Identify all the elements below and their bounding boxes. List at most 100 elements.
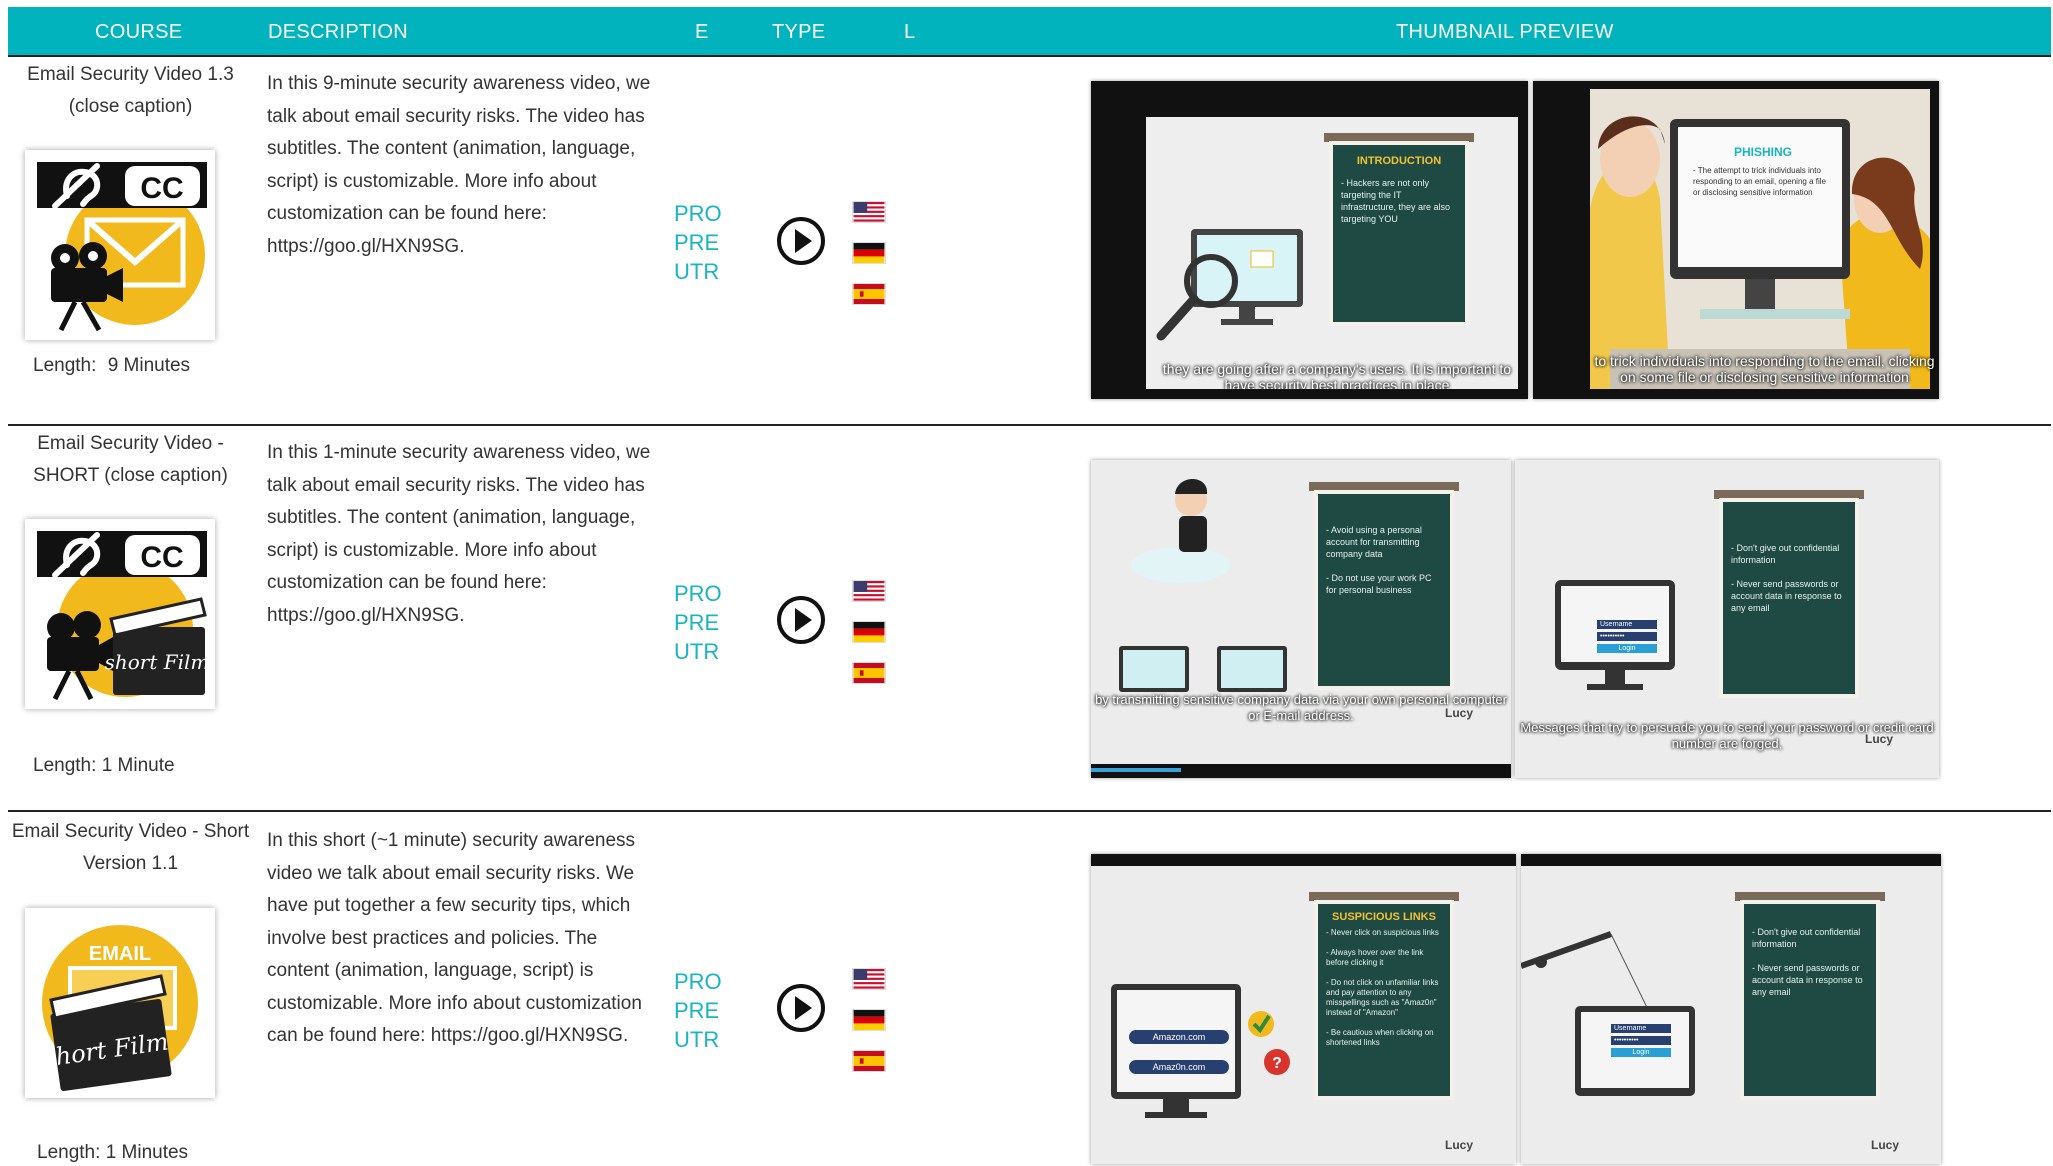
progress-bar[interactable] (1091, 768, 1181, 772)
flag-us-icon[interactable] (852, 201, 886, 223)
type-pre: PRE (674, 610, 720, 635)
type-pre: PRE (674, 230, 720, 255)
type-utr: UTR (674, 1027, 720, 1052)
flag-es-icon[interactable] (852, 662, 886, 684)
course-description: In this short (~1 minute) security aware… (267, 830, 642, 1046)
office-illustration (1590, 116, 1930, 389)
course-length: Length: 1 Minutes (37, 1142, 188, 1164)
header-e: E (695, 21, 709, 43)
type-pro: PRO (674, 969, 722, 994)
table-row: Email Security Video - Short Version 1.1… (8, 812, 2051, 1166)
flag-us-icon[interactable] (852, 968, 886, 990)
board-text: - Don't give out confidential informatio… (1731, 543, 1842, 613)
svg-text:CC: CC (140, 172, 183, 205)
browser-illustration: ? (1111, 984, 1290, 1118)
lucy-logo: Lucy (1871, 1138, 1900, 1152)
chalkboard: INTRODUCTION - Hackers are not only targ… (1329, 141, 1469, 326)
login-button: Login (1611, 1048, 1671, 1057)
flag-es-icon[interactable] (852, 283, 886, 305)
thumbnail-preview-3[interactable]: - Avoid using a personal account for tra… (1091, 460, 1511, 778)
type-list: PRO PRE UTR (674, 967, 734, 1054)
type-pro: PRO (674, 581, 722, 606)
header-l: L (904, 21, 916, 43)
type-pre: PRE (674, 998, 720, 1023)
cc-icon: CC (125, 535, 200, 575)
password-field: •••••••••• (1597, 632, 1657, 641)
type-utr: UTR (674, 639, 720, 664)
flag-de-icon[interactable] (852, 1009, 886, 1031)
header-type: TYPE (772, 21, 826, 43)
chalkboard: SUSPICIOUS LINKS - Never click on suspic… (1314, 900, 1454, 1100)
course-title: Email Security Video - SHORT (close capt… (33, 433, 228, 486)
slide-text: - The attempt to trick individuals into … (1693, 166, 1826, 197)
course-image[interactable]: CC short Film (25, 519, 215, 709)
svg-text:short Film: short Film (105, 650, 210, 674)
board-text: - Never click on suspicious links - Alwa… (1326, 928, 1439, 1047)
table-row: Email Security Video - SHORT (close capt… (8, 426, 2051, 810)
type-list: PRO PRE UTR (674, 579, 734, 666)
video-controls[interactable] (1091, 389, 1528, 399)
link-amaz0n: Amaz0n.com (1129, 1060, 1229, 1074)
length-value: 9 Minutes (107, 355, 191, 376)
login-button: Login (1597, 644, 1657, 653)
chalkboard: - Don't give out confidential informatio… (1719, 498, 1859, 698)
board-text: - Avoid using a personal account for tra… (1326, 525, 1432, 595)
username-field: Username (1597, 620, 1657, 629)
type-pro: PRO (674, 201, 722, 226)
course-length: Length: 1 Minute (33, 755, 175, 777)
chalkboard: - Avoid using a personal account for tra… (1314, 490, 1454, 690)
length-label: Length: (33, 355, 97, 376)
video-caption: to trick individuals into responding to … (1594, 353, 1935, 385)
language-flags (852, 201, 888, 324)
user-illustration (1119, 479, 1287, 692)
table-row: Email Security Video 1.3 (close caption)… (8, 57, 2051, 424)
svg-text:EMAIL: EMAIL (89, 943, 151, 965)
thumbnail-preview-4[interactable]: Username •••••••••• Login - Don't give o… (1515, 460, 1939, 778)
link-amazon: Amazon.com (1129, 1030, 1229, 1044)
board-text: - Don't give out confidential informatio… (1752, 927, 1863, 997)
thumbnail-preview-2[interactable]: PHISHING - The attempt to trick individu… (1533, 81, 1939, 399)
video-controls[interactable] (1533, 389, 1939, 399)
lucy-logo: Lucy (1445, 706, 1474, 720)
length-label: Length: (37, 1142, 101, 1163)
username-field: Username (1611, 1024, 1671, 1033)
flag-de-icon[interactable] (852, 621, 886, 643)
flag-de-icon[interactable] (852, 242, 886, 264)
play-button[interactable] (775, 594, 827, 646)
board-title: INTRODUCTION (1356, 155, 1442, 167)
length-label: Length: (33, 755, 97, 776)
language-flags (852, 968, 888, 1091)
board-text: - Hackers are not only targeting the IT … (1341, 178, 1451, 224)
chalkboard: - Don't give out confidential informatio… (1740, 900, 1880, 1100)
flag-us-icon[interactable] (852, 580, 886, 602)
play-button[interactable] (775, 982, 827, 1034)
course-image[interactable]: EMAIL short Film (25, 908, 215, 1098)
slide-title: PHISHING (1733, 145, 1792, 159)
course-title: Email Security Video - Short Version 1.1 (11, 821, 250, 874)
flag-es-icon[interactable] (852, 1050, 886, 1072)
board-title: SUSPICIOUS LINKS (1332, 911, 1436, 923)
thumbnail-preview-5[interactable]: ? Amazon.com Amaz0n.com SUSPICIOUS LINKS… (1091, 854, 1516, 1164)
course-image[interactable]: CC (25, 150, 215, 340)
svg-text:CC: CC (140, 541, 183, 574)
course-description: In this 9-minute security awareness vide… (267, 73, 651, 257)
svg-text:?: ? (1272, 1055, 1282, 1072)
video-controls[interactable] (1091, 764, 1511, 778)
thumbnail-preview-6[interactable]: Username •••••••••• Login - Don't give o… (1521, 854, 1941, 1164)
password-field: •••••••••• (1611, 1036, 1671, 1045)
phishing-rod-illustration (1521, 931, 1695, 1096)
cc-icon: CC (125, 166, 200, 206)
course-description: In this 1-minute security awareness vide… (267, 442, 651, 626)
computer-illustration (1156, 229, 1303, 341)
course-title: Email Security Video 1.3 (close caption) (27, 64, 234, 117)
course-length: Length: 9 Minutes (33, 355, 190, 377)
table-header: COURSE DESCRIPTION E TYPE L THUMBNAIL PR… (8, 7, 2051, 55)
thumbnail-preview-1[interactable]: INTRODUCTION - Hackers are not only targ… (1091, 81, 1528, 399)
length-value: 1 Minute (101, 755, 175, 776)
language-flags (852, 580, 888, 703)
lucy-logo: Lucy (1865, 732, 1894, 746)
play-button[interactable] (775, 215, 827, 267)
type-utr: UTR (674, 259, 720, 284)
header-course: COURSE (95, 21, 183, 43)
length-value: 1 Minutes (105, 1142, 189, 1163)
